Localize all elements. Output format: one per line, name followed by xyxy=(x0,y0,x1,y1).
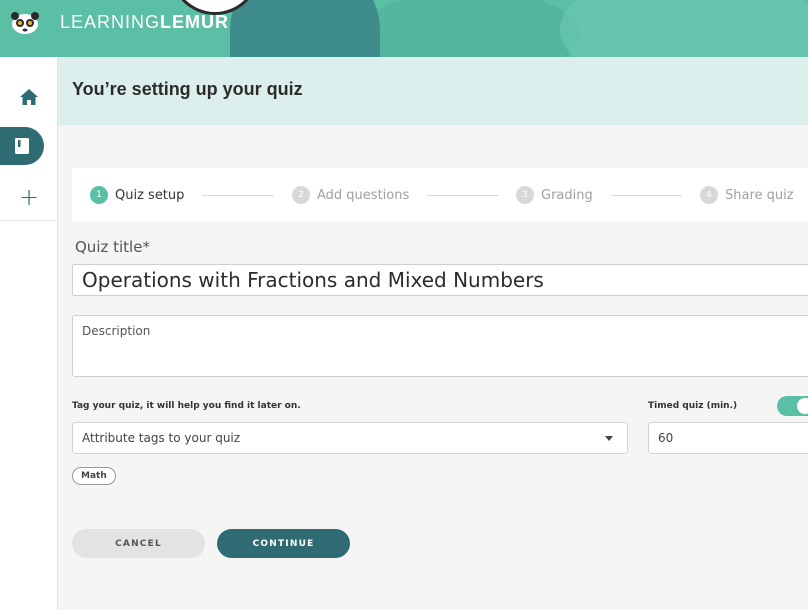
app-header: LEARNINGLEMUR xyxy=(0,0,808,57)
sidebar-add-button[interactable]: + xyxy=(0,177,58,217)
sidebar: + xyxy=(0,57,58,610)
step-label: Quiz setup xyxy=(115,187,185,203)
timed-quiz-label: Timed quiz (min.) xyxy=(648,401,738,411)
tag-chip-math[interactable]: Math xyxy=(72,467,116,485)
timed-quiz-minutes-input[interactable]: 60 xyxy=(648,422,808,454)
step-number: 4 xyxy=(700,186,718,204)
step-label: Add questions xyxy=(317,187,410,203)
step-add-questions[interactable]: 2 Add questions xyxy=(292,186,409,204)
step-connector xyxy=(427,195,499,196)
sidebar-home-button[interactable] xyxy=(0,77,58,117)
lemur-logo-icon[interactable] xyxy=(9,11,41,35)
brand-name[interactable]: LEARNINGLEMUR xyxy=(60,12,229,33)
sidebar-divider xyxy=(0,220,58,221)
description-placeholder: Description xyxy=(82,324,151,338)
continue-button[interactable]: CONTINUE xyxy=(217,529,350,558)
step-grading[interactable]: 3 Grading xyxy=(516,186,593,204)
home-icon xyxy=(20,89,38,105)
brand-light: LEARNING xyxy=(60,12,161,32)
quiz-title-input[interactable]: Operations with Fractions and Mixed Numb… xyxy=(72,264,808,296)
step-connector xyxy=(612,195,682,196)
description-textarea[interactable]: Description xyxy=(72,315,808,377)
header-decoration xyxy=(560,0,808,57)
toggle-knob xyxy=(797,398,808,414)
quiz-title-label: Quiz title* xyxy=(75,238,150,256)
book-icon xyxy=(15,138,29,154)
step-number: 1 xyxy=(90,186,108,204)
quiz-stepper: 1 Quiz setup 2 Add questions 3 Grading 4… xyxy=(72,168,808,222)
plus-icon: + xyxy=(18,183,40,211)
timed-quiz-toggle[interactable] xyxy=(777,396,808,416)
step-number: 2 xyxy=(292,186,310,204)
step-label: Share quiz xyxy=(725,187,794,203)
header-decoration xyxy=(360,0,580,57)
step-share-quiz[interactable]: 4 Share quiz xyxy=(700,186,794,204)
page-title: You’re setting up your quiz xyxy=(72,79,303,99)
page-title-bar: You’re setting up your quiz xyxy=(58,57,808,125)
brand-bold: LEMUR xyxy=(160,12,230,32)
chevron-down-icon xyxy=(605,436,613,441)
tags-dropdown-value: Attribute tags to your quiz xyxy=(82,431,241,445)
step-connector xyxy=(202,195,274,196)
header-decoration xyxy=(230,0,380,57)
cancel-button[interactable]: CANCEL xyxy=(72,529,205,558)
sidebar-quizzes-button[interactable] xyxy=(0,127,44,165)
tags-label: Tag your quiz, it will help you find it … xyxy=(72,401,301,411)
step-number: 3 xyxy=(516,186,534,204)
step-label: Grading xyxy=(541,187,593,203)
step-quiz-setup[interactable]: 1 Quiz setup xyxy=(90,186,184,204)
tags-dropdown[interactable]: Attribute tags to your quiz xyxy=(72,422,628,454)
